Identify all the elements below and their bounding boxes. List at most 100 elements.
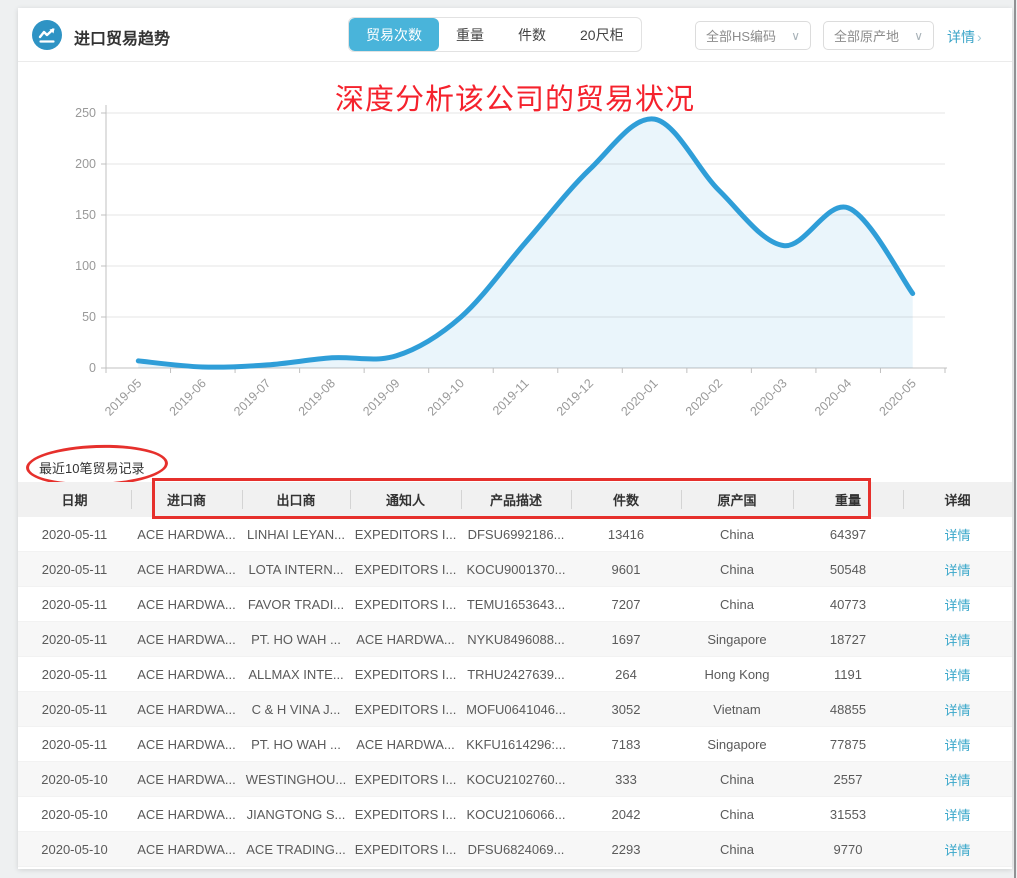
cell-date: 2020-05-11: [18, 667, 131, 682]
cell-date: 2020-05-11: [18, 527, 131, 542]
cell-weight: 18727: [793, 632, 903, 647]
cell-product-desc: TRHU2427639...: [461, 667, 571, 682]
row-detail-link[interactable]: 详情: [944, 563, 970, 578]
cell-notifier: EXPEDITORS I...: [350, 807, 461, 822]
table-row: 2020-05-11ACE HARDWA...FAVOR TRADI...EXP…: [18, 587, 1012, 622]
row-detail-link[interactable]: 详情: [944, 528, 970, 543]
cell-product-desc: DFSU6824069...: [461, 842, 571, 857]
cell-product-desc: NYKU8496088...: [461, 632, 571, 647]
cell-exporter: WESTINGHOU...: [242, 772, 350, 787]
cell-quantity: 2042: [571, 807, 681, 822]
column-header-detail: 详细: [903, 482, 1012, 517]
cell-product-desc: KOCU2102760...: [461, 772, 571, 787]
table-row: 2020-05-10ACE HARDWA...ACE TRADING...EXP…: [18, 832, 1012, 867]
cell-date: 2020-05-10: [18, 807, 131, 822]
svg-text:2019-06: 2019-06: [167, 376, 209, 418]
row-detail-link[interactable]: 详情: [944, 773, 970, 788]
svg-text:2019-08: 2019-08: [296, 376, 338, 418]
cell-date: 2020-05-11: [18, 632, 131, 647]
row-detail-link[interactable]: 详情: [944, 808, 970, 823]
cell-notifier: EXPEDITORS I...: [350, 562, 461, 577]
table-row: 2020-05-11ACE HARDWA...LINHAI LEYAN...EX…: [18, 517, 1012, 552]
cell-quantity: 2293: [571, 842, 681, 857]
cell-notifier: EXPEDITORS I...: [350, 842, 461, 857]
cell-quantity: 9601: [571, 562, 681, 577]
tab-1[interactable]: 重量: [439, 18, 501, 51]
cell-product-desc: DFSU6992186...: [461, 527, 571, 542]
cell-origin-country: China: [681, 842, 793, 857]
tab-2[interactable]: 件数: [501, 18, 563, 51]
cell-weight: 77875: [793, 737, 903, 752]
cell-importer: ACE HARDWA...: [131, 702, 242, 717]
row-detail-link[interactable]: 详情: [944, 843, 970, 858]
svg-text:100: 100: [75, 259, 96, 273]
trend-chart-icon: [32, 20, 62, 50]
cell-notifier: EXPEDITORS I...: [350, 772, 461, 787]
svg-text:2020-02: 2020-02: [683, 376, 725, 418]
cell-origin-country: China: [681, 772, 793, 787]
table-row: 2020-05-11ACE HARDWA...LOTA INTERN...EXP…: [18, 552, 1012, 587]
cell-exporter: ACE TRADING...: [242, 842, 350, 857]
cell-notifier: EXPEDITORS I...: [350, 702, 461, 717]
table-row: 2020-05-10ACE HARDWA...JIANGTONG S...EXP…: [18, 797, 1012, 832]
svg-text:2020-05: 2020-05: [877, 376, 919, 418]
cell-notifier: EXPEDITORS I...: [350, 667, 461, 682]
svg-text:2019-05: 2019-05: [102, 376, 144, 418]
svg-text:2019-11: 2019-11: [490, 376, 532, 418]
table-row: 2020-05-11ACE HARDWA...ALLMAX INTE...EXP…: [18, 657, 1012, 692]
annotation-red-rectangle: [152, 478, 871, 519]
table-row: 2020-05-11ACE HARDWA...PT. HO WAH ...ACE…: [18, 622, 1012, 657]
cell-exporter: LOTA INTERN...: [242, 562, 350, 577]
tab-0[interactable]: 贸易次数: [349, 18, 439, 51]
cell-exporter: PT. HO WAH ...: [242, 632, 350, 647]
origin-filter-label: 全部原产地: [834, 26, 899, 45]
tab-3[interactable]: 20尺柜: [563, 18, 641, 51]
cell-origin-country: Singapore: [681, 737, 793, 752]
cell-product-desc: KOCU2106066...: [461, 807, 571, 822]
cell-date: 2020-05-11: [18, 597, 131, 612]
cell-notifier: EXPEDITORS I...: [350, 527, 461, 542]
row-detail-link[interactable]: 详情: [944, 668, 970, 683]
row-detail-link[interactable]: 详情: [944, 633, 970, 648]
chevron-down-icon: ∨: [791, 29, 800, 43]
cell-origin-country: China: [681, 597, 793, 612]
row-detail-link[interactable]: 详情: [944, 598, 970, 613]
annotation-chart-title: 深度分析该公司的贸易状况: [18, 76, 1012, 118]
cell-exporter: ALLMAX INTE...: [242, 667, 350, 682]
window-right-edge: [1014, 0, 1016, 878]
cell-date: 2020-05-11: [18, 562, 131, 577]
hs-code-filter-select[interactable]: 全部HS编码 ∨: [695, 21, 811, 50]
cell-quantity: 1697: [571, 632, 681, 647]
cell-importer: ACE HARDWA...: [131, 632, 242, 647]
svg-text:2019-10: 2019-10: [425, 376, 467, 418]
cell-origin-country: Hong Kong: [681, 667, 793, 682]
cell-quantity: 3052: [571, 702, 681, 717]
cell-quantity: 7207: [571, 597, 681, 612]
cell-exporter: PT. HO WAH ...: [242, 737, 350, 752]
table-row: 2020-05-10ACE HARDWA...WESTINGHOU...EXPE…: [18, 762, 1012, 797]
table-body: 2020-05-11ACE HARDWA...LINHAI LEYAN...EX…: [18, 517, 1012, 867]
cell-weight: 1191: [793, 667, 903, 682]
origin-filter-select[interactable]: 全部原产地 ∨: [823, 21, 934, 50]
screen: 进口贸易趋势 贸易次数重量件数20尺柜 全部HS编码 ∨ 全部原产地 ∨ 详情›…: [0, 0, 1017, 878]
cell-date: 2020-05-10: [18, 842, 131, 857]
svg-text:2020-04: 2020-04: [812, 376, 854, 418]
row-detail-link[interactable]: 详情: [944, 703, 970, 718]
cell-importer: ACE HARDWA...: [131, 737, 242, 752]
cell-origin-country: Vietnam: [681, 702, 793, 717]
trade-trend-card: 进口贸易趋势 贸易次数重量件数20尺柜 全部HS编码 ∨ 全部原产地 ∨ 详情›…: [18, 8, 1012, 869]
metric-tab-group: 贸易次数重量件数20尺柜: [348, 17, 642, 52]
trend-chart-area: 0501001502002502019-052019-062019-072019…: [18, 68, 1012, 440]
cell-quantity: 264: [571, 667, 681, 682]
cell-date: 2020-05-10: [18, 772, 131, 787]
header-detail-link[interactable]: 详情›: [947, 27, 982, 47]
column-header-date: 日期: [18, 482, 131, 517]
row-detail-link[interactable]: 详情: [944, 738, 970, 753]
cell-origin-country: China: [681, 527, 793, 542]
cell-weight: 9770: [793, 842, 903, 857]
cell-quantity: 333: [571, 772, 681, 787]
trend-line-chart: 0501001502002502019-052019-062019-072019…: [18, 68, 1012, 440]
svg-text:200: 200: [75, 157, 96, 171]
cell-notifier: ACE HARDWA...: [350, 632, 461, 647]
chevron-down-icon: ∨: [914, 29, 923, 43]
